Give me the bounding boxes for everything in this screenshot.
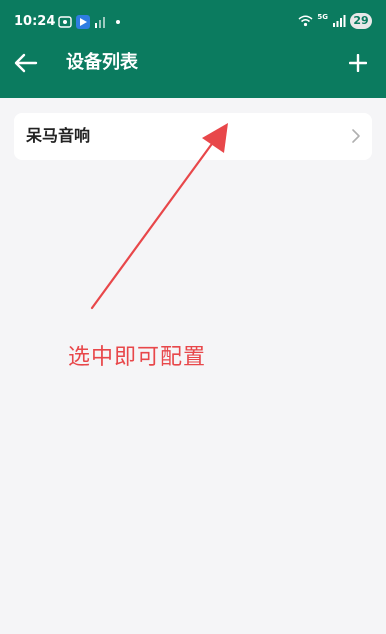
- status-system-icons: 5G 29: [298, 13, 372, 29]
- annotation-label: 选中即可配置: [68, 345, 207, 370]
- page-title: 设备列表: [66, 52, 138, 73]
- cell-signal-icon: [333, 15, 346, 27]
- nav-bar: 设备列表: [0, 44, 386, 82]
- status-dot: [116, 20, 120, 24]
- status-bar: 10:24 5G 29: [0, 0, 386, 44]
- navigation-app-icon: [76, 15, 90, 29]
- arrow-left-icon: [14, 53, 38, 73]
- status-time: 10:24: [14, 14, 56, 29]
- battery-indicator: 29: [350, 13, 372, 29]
- device-name: 呆马音响: [26, 126, 91, 145]
- status-notification-icons: [58, 14, 120, 30]
- add-device-button[interactable]: [342, 47, 374, 79]
- app-header: 10:24 5G 29 设备列表: [0, 0, 386, 98]
- wifi-icon: [298, 15, 313, 27]
- signal-weak-icon: [95, 17, 105, 28]
- annotation-arrow-shaft: [90, 139, 216, 310]
- device-list-item[interactable]: 呆马音响: [14, 113, 372, 160]
- plus-icon: [349, 54, 367, 72]
- chevron-right-icon: [352, 129, 360, 143]
- screen-record-icon: [58, 16, 72, 28]
- network-type-label: 5G: [317, 13, 328, 21]
- back-button[interactable]: [10, 47, 42, 79]
